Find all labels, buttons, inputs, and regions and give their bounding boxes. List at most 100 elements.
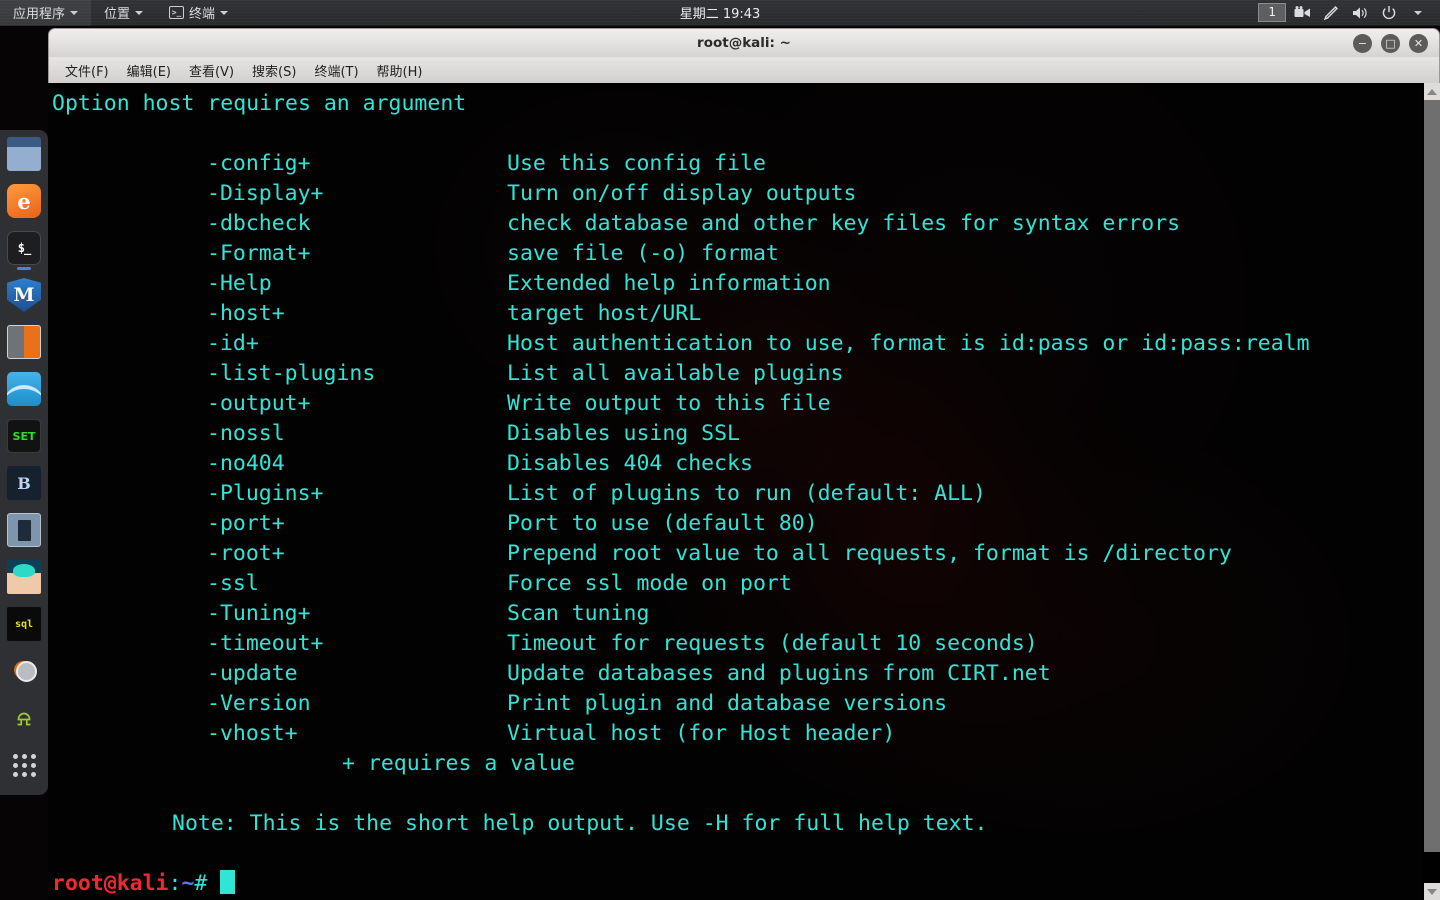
menu-terminal[interactable]: >_ 终端 [156,0,241,26]
option-description: Virtual host (for Host header) [507,721,896,746]
close-button[interactable]: ✕ [1409,33,1428,53]
plus-note-text: + requires a value [342,751,575,776]
terminal-option-row: -config+ Use this config file [52,149,1423,179]
terminal-option-row: -list-plugins List all available plugins [52,359,1423,389]
menu-applications-label: 应用程序 [13,7,66,22]
grid-dot-icon [21,753,27,759]
dock-item-android-tools[interactable]: ⍾ [7,701,41,735]
option-description: Print plugin and database versions [507,691,948,716]
workspace-indicator[interactable]: 1 [1258,3,1286,22]
top-panel: 应用程序 位置 >_ 终端 星期二 19:43 1 [0,0,1440,26]
armitage-icon [17,519,31,541]
terminal-option-row: -Format+ save file (-o) format [52,239,1423,269]
option-description: Write output to this file [507,391,831,416]
option-description: Use this config file [507,151,766,176]
pen-glyph [1323,5,1338,20]
option-description: Port to use (default 80) [507,511,818,536]
dock-item-metasploit[interactable]: M [7,278,41,312]
option-description: check database and other key files for s… [507,211,1181,236]
option-flag: -Help [207,271,272,296]
option-description: target host/URL [507,301,702,326]
dock-item-terminal[interactable]: $_ [7,231,41,270]
terminal-option-row: -no404 Disables 404 checks [52,449,1423,479]
dock-item-armitage[interactable] [7,513,41,547]
screencast-icon[interactable] [1289,0,1315,26]
menu-help[interactable]: 帮助(H) [368,58,432,83]
terminal-scrollbar[interactable] [1423,83,1440,900]
dock-item-maltego[interactable] [7,560,41,594]
dock-item-files[interactable] [7,137,41,171]
grid-dot-icon [21,771,27,777]
option-flag: -Version [207,691,311,716]
dock-item-firefox[interactable]: e [7,184,41,218]
chevron-down-icon [220,10,229,15]
option-flag: -id+ [207,331,259,356]
option-description: Prepend root value to all requests, form… [507,541,1232,566]
screencast-glyph [1294,6,1310,17]
dock-item-beef[interactable]: B [7,466,41,500]
chevron-down-icon [70,10,79,15]
scrollbar-thumb[interactable] [1424,100,1440,852]
option-flag: -port+ [207,511,285,536]
terminal-option-row: -Version Print plugin and database versio… [52,689,1423,719]
power-icon[interactable] [1376,0,1402,26]
dock-item-burpsuite[interactable] [7,325,41,359]
tray-chevron-down-icon[interactable] [1405,0,1431,26]
scroll-up-button[interactable] [1424,83,1440,100]
menu-search[interactable]: 搜索(S) [243,58,305,83]
menu-terminal[interactable]: 终端(T) [305,58,367,83]
dock-item-sqlmap[interactable]: sql [7,607,41,641]
option-description: Update databases and plugins from CIRT.n… [507,661,1051,686]
option-flag: -timeout+ [207,631,324,656]
power-glyph [1382,5,1396,19]
menu-view[interactable]: 查看(V) [180,58,243,83]
minimize-button[interactable]: − [1353,33,1372,53]
chevron-down-icon [1427,888,1437,895]
footer-note-text: Note: This is the short help output. Use… [172,811,988,836]
android-icon: ⍾ [17,706,31,730]
option-description: Disables 404 checks [507,451,753,476]
dock-item-show-applications[interactable] [7,748,41,782]
terminal-option-row: -id+ Host authentication to use, format i… [52,329,1423,359]
terminal-output[interactable]: Option host requires an argument -config… [48,83,1423,900]
sqlmap-icon: sql [14,618,34,630]
pen-icon[interactable] [1318,0,1344,26]
grid-dot-icon [12,771,18,777]
menu-edit[interactable]: 编辑(E) [118,58,180,83]
terminal-option-row: -ssl Force ssl mode on port [52,569,1423,599]
maximize-button[interactable]: □ [1381,33,1400,53]
volume-icon[interactable] [1347,0,1373,26]
scrollbar-track[interactable] [1424,100,1440,883]
terminal-option-row: -nossl Disables using SSL [52,419,1423,449]
window-titlebar[interactable]: root@kali: ~ − □ ✕ [48,28,1440,57]
grid-dot-icon [30,762,36,768]
dock-item-set[interactable]: SET [7,419,41,453]
terminal-option-row: -update Update databases and plugins from… [52,659,1423,689]
option-description: Force ssl mode on port [507,571,792,596]
terminal-option-row: -output+ Write output to this file [52,389,1423,419]
chevron-up-icon [1427,88,1437,95]
option-flag: -Plugins+ [207,481,324,506]
option-flag: -Format+ [207,241,311,266]
option-flag: -list-plugins [207,361,376,386]
scroll-down-button[interactable] [1424,883,1440,900]
metasploit-icon: M [13,284,35,306]
terminal-body-wrapper: Option host requires an argument -config… [48,83,1440,900]
dock-item-wireshark[interactable] [7,372,41,406]
menu-places[interactable]: 位置 [91,0,156,26]
terminal-option-row: -host+ target host/URL [52,299,1423,329]
window-title: root@kali: ~ [697,35,791,51]
favorites-dock: e $_ M SET B sql ⍾ [0,130,48,795]
system-tray: 1 [1258,0,1440,26]
menu-file[interactable]: 文件(F) [56,58,118,83]
dock-item-zenmap[interactable] [7,654,41,688]
terminal-option-row: -Display+ Turn on/off display outputs [52,179,1423,209]
menu-applications[interactable]: 应用程序 [0,0,92,26]
option-flag: -nossl [207,421,285,446]
grid-dot-icon [12,753,18,759]
prompt-symbol: # [194,871,208,896]
terminal-option-row: -vhost+ Virtual host (for Host header) [52,719,1423,749]
chevron-down-icon [135,10,144,15]
